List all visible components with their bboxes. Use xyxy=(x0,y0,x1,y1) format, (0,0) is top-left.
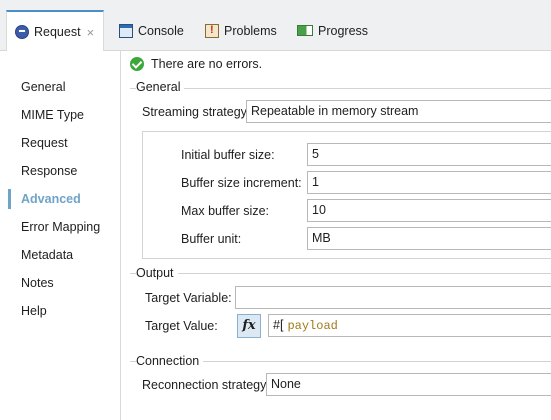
sidebar: General MIME Type Request Response Advan… xyxy=(0,51,121,420)
max-buffer-size-label: Max buffer size: xyxy=(181,204,270,218)
reconnection-strategy-label: Reconnection strategy xyxy=(142,378,267,392)
validation-status: There are no errors. xyxy=(130,57,262,71)
output-group-title: Output xyxy=(136,266,178,280)
sidebar-item-error-mapping[interactable]: Error Mapping xyxy=(0,213,120,241)
initial-buffer-size-label: Initial buffer size: xyxy=(181,148,275,162)
sidebar-item-label: Help xyxy=(21,304,47,318)
sidebar-item-label: Metadata xyxy=(21,248,74,262)
sidebar-item-label: Response xyxy=(21,164,78,178)
advanced-panel: There are no errors. General Streaming s… xyxy=(122,51,551,420)
reconnection-strategy-select[interactable]: None xyxy=(266,373,551,396)
max-buffer-size-field[interactable]: 10 xyxy=(307,199,551,222)
sidebar-item-label: General xyxy=(21,80,66,94)
sidebar-item-advanced[interactable]: Advanced xyxy=(0,185,120,213)
streaming-strategy-label: Streaming strategy xyxy=(142,105,247,119)
progress-icon xyxy=(297,25,313,36)
tab-console[interactable]: Console xyxy=(119,10,184,51)
buffer-unit-label: Buffer unit: xyxy=(181,232,242,246)
fx-expression-toggle[interactable]: fx xyxy=(237,314,261,338)
tab-request[interactable]: Request × xyxy=(6,10,104,52)
streaming-strategy-select[interactable]: Repeatable in memory stream xyxy=(246,100,551,123)
expression-value: payload xyxy=(287,319,338,333)
sidebar-item-label: Advanced xyxy=(21,192,81,206)
target-value-field[interactable]: #[payload xyxy=(268,314,551,337)
target-value-label: Target Value: xyxy=(145,319,218,333)
tab-console-label: Console xyxy=(138,23,184,38)
status-text: There are no errors. xyxy=(151,57,263,71)
sidebar-item-metadata[interactable]: Metadata xyxy=(0,241,120,269)
problems-icon xyxy=(205,23,219,38)
tab-request-label: Request xyxy=(34,25,81,39)
initial-buffer-size-field[interactable]: 5 xyxy=(307,143,551,166)
general-group-divider xyxy=(130,88,551,89)
output-group-divider xyxy=(130,273,551,274)
target-variable-field[interactable] xyxy=(235,286,551,309)
sidebar-item-label: Request xyxy=(21,136,68,150)
check-circle-icon xyxy=(130,57,144,71)
connection-group-title: Connection xyxy=(136,354,204,368)
tab-progress[interactable]: Progress xyxy=(297,10,368,51)
buffer-unit-select[interactable]: MB xyxy=(307,227,551,250)
sidebar-item-help[interactable]: Help xyxy=(0,297,120,325)
general-group-title: General xyxy=(136,80,185,94)
tab-progress-label: Progress xyxy=(318,23,369,38)
sidebar-item-label: Error Mapping xyxy=(21,220,101,234)
target-variable-label: Target Variable: xyxy=(145,291,232,305)
expression-prefix: #[ xyxy=(273,318,284,332)
tab-problems-label: Problems xyxy=(224,23,277,38)
sidebar-item-response[interactable]: Response xyxy=(0,157,120,185)
sidebar-item-notes[interactable]: Notes xyxy=(0,269,120,297)
buffer-size-increment-field[interactable]: 1 xyxy=(307,171,551,194)
request-icon xyxy=(15,25,29,39)
sidebar-item-general[interactable]: General xyxy=(0,73,120,101)
buffer-size-increment-label: Buffer size increment: xyxy=(181,176,302,190)
close-icon[interactable]: × xyxy=(87,25,95,40)
sidebar-item-request[interactable]: Request xyxy=(0,129,120,157)
sidebar-item-label: Notes xyxy=(21,276,54,290)
console-icon xyxy=(119,23,133,38)
sidebar-item-mime-type[interactable]: MIME Type xyxy=(0,101,120,129)
tab-problems[interactable]: Problems xyxy=(205,10,277,51)
sidebar-item-label: MIME Type xyxy=(21,108,84,122)
editor-tab-bar: Request × Console Problems Progress xyxy=(0,0,551,52)
